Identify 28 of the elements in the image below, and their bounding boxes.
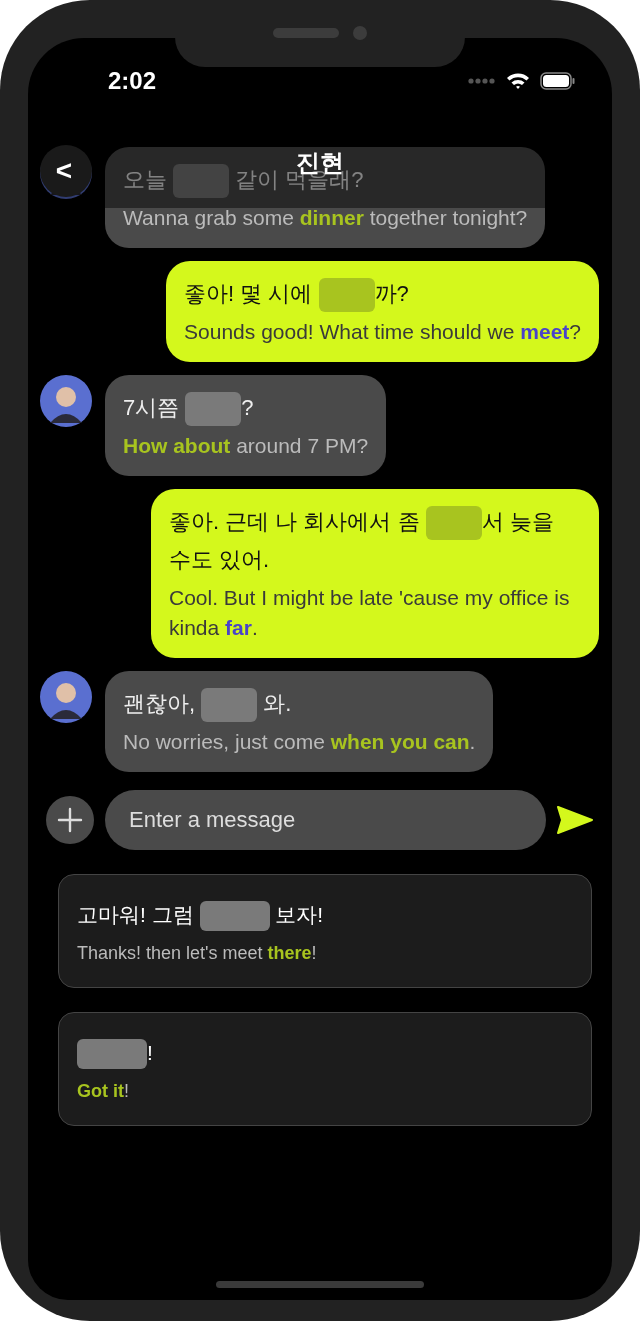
send-icon [557,806,593,834]
korean-sentence: ! [77,1035,573,1071]
reply-suggestion[interactable]: 고마워! 그럼 보자! Thanks! then let's meet there! [58,874,592,988]
plus-icon [57,807,83,833]
english-translation: Thanks! then let's meet there! [77,942,318,965]
korean-sentence: 고마워! 그럼 보자! [77,897,573,933]
camera-dot [353,26,367,40]
wifi-icon [506,72,530,90]
korean-sentence: 7시쯤 ? [123,389,369,427]
english-translation: How about around 7 PM? [123,433,369,459]
english-translation: Cool. But I might be late 'cause my office is kinda far. [169,585,571,641]
avatar [40,375,92,427]
avatar [40,671,92,723]
korean-sentence: 괜찮아, 와. [123,685,476,723]
english-translation: No worries, just come when you can. [123,729,476,755]
add-button[interactable] [46,796,94,844]
english-translation: Got it! [77,1080,130,1103]
korean-sentence: 좋아! 몇 시에 까? [184,275,581,313]
english-translation: Sounds good! What time should we meet? [184,319,581,345]
signal-icon [468,78,496,84]
battery-icon [540,72,576,90]
reply-suggestion[interactable]: ! Got it! [58,1012,592,1126]
message-input[interactable]: Enter a message [105,790,546,850]
english-translation: Wanna grab some dinner together tonight? [123,205,528,231]
back-button[interactable]: < [40,145,92,197]
status-time: 2:02 [108,67,157,95]
korean-sentence: 좋아. 근데 나 회사에서 좀 서 늦을 수도 있어. [169,503,581,579]
speaker-grille [273,28,339,38]
